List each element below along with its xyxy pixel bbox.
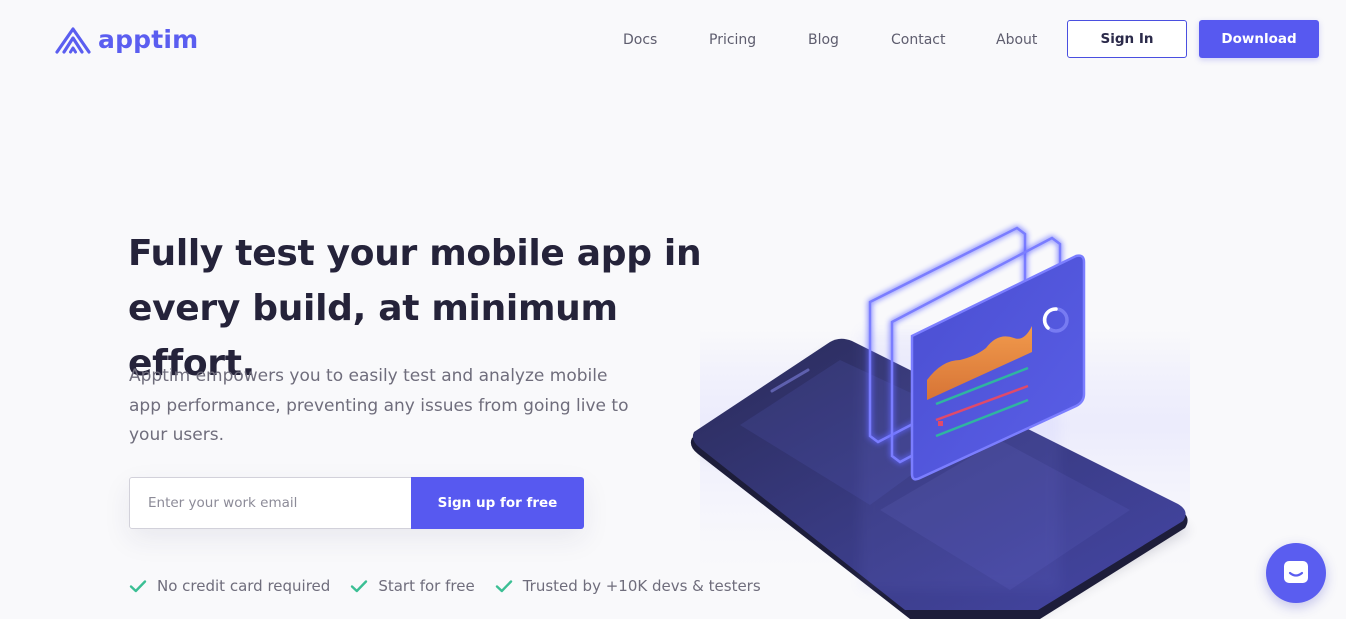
phone-performance-illustration: [690, 225, 1190, 619]
chat-launcher-button[interactable]: [1266, 543, 1326, 603]
chat-bubble-icon: [1284, 561, 1308, 583]
check-icon: [495, 580, 512, 593]
download-button[interactable]: Download: [1199, 20, 1319, 58]
work-email-input[interactable]: [129, 477, 411, 529]
feature-label: Start for free: [378, 577, 475, 595]
check-icon: [351, 580, 368, 593]
feature-item: Start for free: [350, 577, 475, 595]
feature-label: No credit card required: [157, 577, 331, 595]
landing-page: apptim Docs Pricing Blog Contact About S…: [0, 0, 1346, 619]
nav-link-contact[interactable]: Contact: [891, 30, 945, 50]
sign-up-button[interactable]: Sign up for free: [411, 477, 584, 529]
hero-description: Apptim empowers you to easily test and a…: [129, 366, 629, 445]
site-header: apptim Docs Pricing Blog Contact About S…: [0, 0, 1346, 80]
nav-link-blog[interactable]: Blog: [808, 30, 839, 50]
check-icon: [129, 580, 147, 593]
nav-link-about[interactable]: About: [996, 30, 1037, 50]
sign-in-button[interactable]: Sign In: [1067, 20, 1187, 58]
feature-item: No credit card required: [129, 577, 330, 595]
nav-link-docs[interactable]: Docs: [623, 30, 657, 50]
signup-form: Sign up for free: [129, 477, 584, 529]
nav-link-pricing[interactable]: Pricing: [709, 30, 756, 50]
